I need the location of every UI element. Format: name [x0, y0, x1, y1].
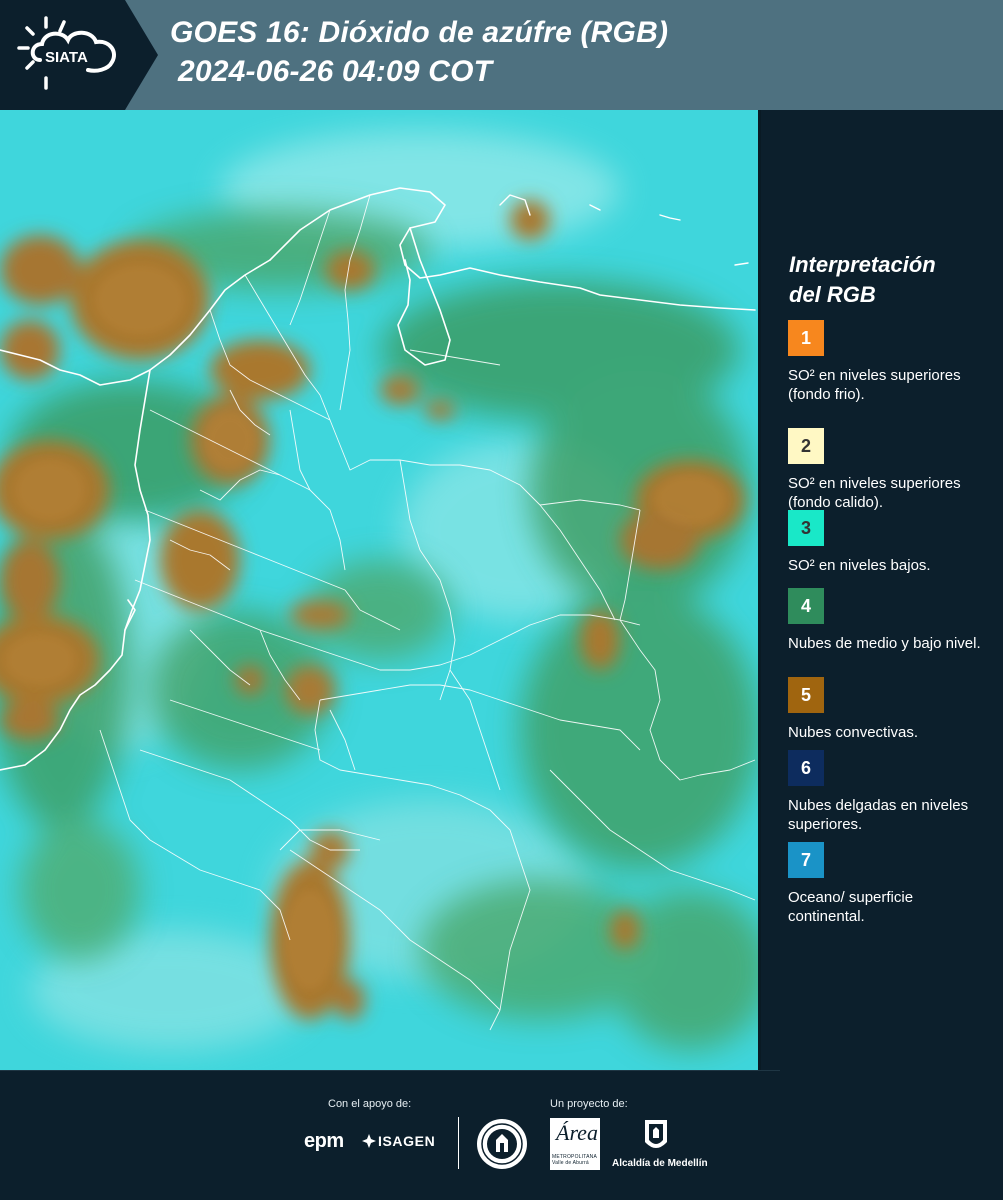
page: SIATA GOES 16: Dióxido de azúfre (RGB) 2… [0, 0, 1003, 1200]
siata-logo: SIATA [0, 0, 158, 110]
legend-item: 2 SO² en niveles superiores (fondo calido… [788, 428, 988, 512]
legend-item: 5 Nubes convectivas. [788, 677, 988, 742]
map-divider [758, 110, 761, 1070]
legend-item: 6 Nubes delgadas en niveles superiores. [788, 750, 988, 834]
siata-wordmark: SIATA [45, 49, 88, 66]
legend-label: SO² en niveles superiores (fondo calido)… [788, 475, 961, 511]
legend-swatch: 1 [788, 320, 824, 356]
map-canvas [0, 110, 760, 1070]
legend-title: Interpretación del RGB [789, 250, 999, 310]
isagen-icon [362, 1134, 376, 1148]
epm-logo: epm [304, 1130, 344, 1152]
legend-swatch: 6 [788, 750, 824, 786]
legend-item: 3 SO² en niveles bajos. [788, 510, 988, 575]
footer-separator [458, 1117, 459, 1169]
project-label: Un proyecto de: [550, 1098, 628, 1110]
footer: Con el apoyo de: Un proyecto de: epm ISA… [0, 1070, 1003, 1200]
isagen-logo: ISAGEN [378, 1133, 436, 1149]
legend-swatch: 2 [788, 428, 824, 464]
header: SIATA GOES 16: Dióxido de azúfre (RGB) 2… [0, 0, 1003, 110]
legend-title-line2: del RGB [789, 282, 876, 307]
legend-swatch: 4 [788, 588, 824, 624]
timestamp: 2024-06-26 04:09 COT [178, 55, 493, 88]
legend-item: 1 SO² en niveles superiores (fondo frio). [788, 320, 988, 404]
medellin-seal-icon [477, 1119, 527, 1169]
legend-swatch: 5 [788, 677, 824, 713]
area-word: Área [556, 1120, 598, 1145]
legend-item: 7 Oceano/ superficie continental. [788, 842, 988, 926]
legend-label: Oceano/ superficie continental. [788, 889, 914, 925]
area-metropolitana-logo: Área METROPOLITANA Valle de Aburrá [550, 1118, 600, 1170]
alcaldia-shield-icon [645, 1120, 667, 1148]
area-sub: METROPOLITANA Valle de Aburrá [552, 1154, 597, 1166]
satellite-map[interactable] [0, 110, 760, 1070]
legend-title-line1: Interpretación [789, 252, 936, 277]
legend-swatch: 3 [788, 510, 824, 546]
footer-rule [0, 1070, 780, 1071]
legend-item: 4 Nubes de medio y bajo nivel. [788, 588, 988, 653]
legend-panel: Interpretación del RGB 1 SO² en niveles s… [768, 110, 1003, 1070]
legend-label: Nubes convectivas. [788, 724, 919, 741]
alcaldia-logo-text: Alcaldía de Medellín [612, 1158, 708, 1169]
legend-label: SO² en niveles bajos. [788, 557, 931, 574]
legend-label: SO² en niveles superiores (fondo frio). [788, 367, 961, 403]
legend-label: Nubes de medio y bajo nivel. [788, 635, 981, 652]
legend-label: Nubes delgadas en niveles superiores. [788, 797, 969, 833]
page-title: GOES 16: Dióxido de azúfre (RGB) [170, 16, 669, 49]
legend-swatch: 7 [788, 842, 824, 878]
support-label: Con el apoyo de: [328, 1098, 412, 1110]
